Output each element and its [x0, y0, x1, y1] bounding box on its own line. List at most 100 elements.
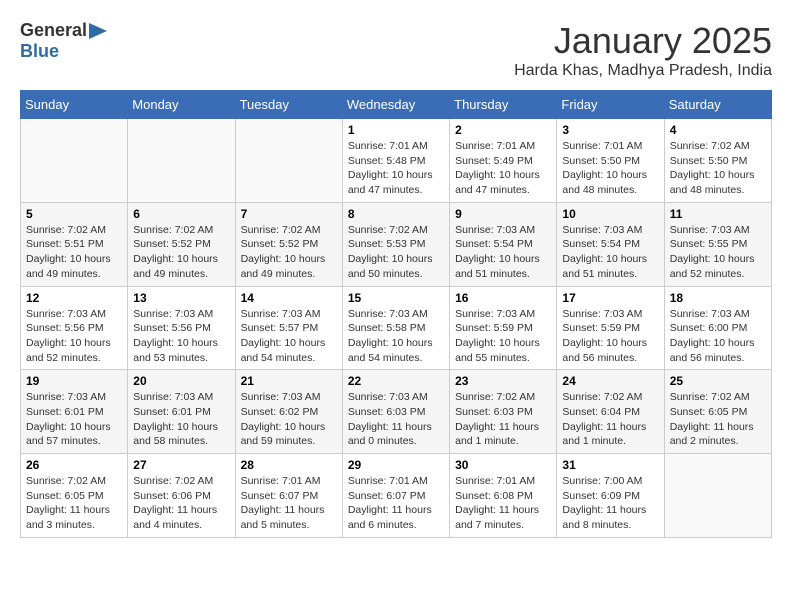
table-row: 26 Sunrise: 7:02 AMSunset: 6:05 PMDayligh… [21, 454, 128, 538]
title-area: January 2025 Harda Khas, Madhya Pradesh,… [514, 20, 772, 80]
day-info: Sunrise: 7:02 AMSunset: 5:52 PMDaylight:… [133, 223, 229, 282]
page-header: General Blue January 2025 Harda Khas, Ma… [20, 20, 772, 80]
day-number: 7 [241, 207, 337, 221]
day-number: 9 [455, 207, 551, 221]
table-row: 19 Sunrise: 7:03 AMSunset: 6:01 PMDayligh… [21, 370, 128, 454]
day-info: Sunrise: 7:01 AMSunset: 5:48 PMDaylight:… [348, 139, 444, 198]
day-info: Sunrise: 7:02 AMSunset: 6:04 PMDaylight:… [562, 390, 658, 449]
calendar-week-row: 26 Sunrise: 7:02 AMSunset: 6:05 PMDayligh… [21, 454, 772, 538]
table-row [128, 119, 235, 203]
day-number: 2 [455, 123, 551, 137]
day-number: 8 [348, 207, 444, 221]
table-row: 12 Sunrise: 7:03 AMSunset: 5:56 PMDayligh… [21, 286, 128, 370]
table-row: 3Sunrise: 7:01 AMSunset: 5:50 PMDaylight… [557, 119, 664, 203]
day-info: Sunrise: 7:02 AMSunset: 5:50 PMDaylight:… [670, 139, 766, 198]
table-row: 21 Sunrise: 7:03 AMSunset: 6:02 PMDayligh… [235, 370, 342, 454]
table-row: 22 Sunrise: 7:03 AMSunset: 6:03 PMDayligh… [342, 370, 449, 454]
day-info: Sunrise: 7:03 AMSunset: 5:54 PMDaylight:… [455, 223, 551, 282]
day-info: Sunrise: 7:03 AMSunset: 6:03 PMDaylight:… [348, 390, 444, 449]
table-row [664, 454, 771, 538]
table-row: 28 Sunrise: 7:01 AMSunset: 6:07 PMDayligh… [235, 454, 342, 538]
day-number: 23 [455, 374, 551, 388]
day-info: Sunrise: 7:03 AMSunset: 5:56 PMDaylight:… [26, 307, 122, 366]
header-thursday: Thursday [450, 91, 557, 119]
month-title: January 2025 [514, 20, 772, 62]
table-row: 17Sunrise: 7:03 AMSunset: 5:59 PMDayligh… [557, 286, 664, 370]
day-number: 18 [670, 291, 766, 305]
logo-general-text: General [20, 20, 87, 41]
day-info: Sunrise: 7:03 AMSunset: 5:58 PMDaylight:… [348, 307, 444, 366]
header-saturday: Saturday [664, 91, 771, 119]
day-info: Sunrise: 7:02 AMSunset: 6:03 PMDaylight:… [455, 390, 551, 449]
table-row: 13 Sunrise: 7:03 AMSunset: 5:56 PMDayligh… [128, 286, 235, 370]
day-number: 1 [348, 123, 444, 137]
day-info: Sunrise: 7:03 AMSunset: 6:01 PMDaylight:… [133, 390, 229, 449]
day-number: 26 [26, 458, 122, 472]
table-row: 9 Sunrise: 7:03 AMSunset: 5:54 PMDaylight… [450, 202, 557, 286]
day-number: 17 [562, 291, 658, 305]
table-row: 8 Sunrise: 7:02 AMSunset: 5:53 PMDaylight… [342, 202, 449, 286]
day-info: Sunrise: 7:03 AMSunset: 6:01 PMDaylight:… [26, 390, 122, 449]
table-row [235, 119, 342, 203]
table-row [21, 119, 128, 203]
day-info: Sunrise: 7:03 AMSunset: 5:56 PMDaylight:… [133, 307, 229, 366]
header-tuesday: Tuesday [235, 91, 342, 119]
day-info: Sunrise: 7:00 AMSunset: 6:09 PMDaylight:… [562, 474, 658, 533]
calendar-week-row: 12 Sunrise: 7:03 AMSunset: 5:56 PMDayligh… [21, 286, 772, 370]
table-row: 11 Sunrise: 7:03 AMSunset: 5:55 PMDayligh… [664, 202, 771, 286]
day-number: 16 [455, 291, 551, 305]
day-info: Sunrise: 7:02 AMSunset: 5:53 PMDaylight:… [348, 223, 444, 282]
day-number: 20 [133, 374, 229, 388]
day-number: 19 [26, 374, 122, 388]
header-sunday: Sunday [21, 91, 128, 119]
table-row: 23 Sunrise: 7:02 AMSunset: 6:03 PMDayligh… [450, 370, 557, 454]
table-row: 14 Sunrise: 7:03 AMSunset: 5:57 PMDayligh… [235, 286, 342, 370]
table-row: 30Sunrise: 7:01 AMSunset: 6:08 PMDayligh… [450, 454, 557, 538]
day-number: 12 [26, 291, 122, 305]
day-info: Sunrise: 7:03 AMSunset: 6:00 PMDaylight:… [670, 307, 766, 366]
day-info: Sunrise: 7:02 AMSunset: 5:51 PMDaylight:… [26, 223, 122, 282]
location-title: Harda Khas, Madhya Pradesh, India [514, 62, 772, 80]
day-number: 15 [348, 291, 444, 305]
table-row: 27Sunrise: 7:02 AMSunset: 6:06 PMDayligh… [128, 454, 235, 538]
day-number: 14 [241, 291, 337, 305]
table-row: 1 Sunrise: 7:01 AMSunset: 5:48 PMDaylight… [342, 119, 449, 203]
table-row: 4 Sunrise: 7:02 AMSunset: 5:50 PMDaylight… [664, 119, 771, 203]
day-number: 6 [133, 207, 229, 221]
day-number: 22 [348, 374, 444, 388]
day-number: 4 [670, 123, 766, 137]
day-number: 31 [562, 458, 658, 472]
table-row: 25 Sunrise: 7:02 AMSunset: 6:05 PMDayligh… [664, 370, 771, 454]
day-info: Sunrise: 7:02 AMSunset: 6:05 PMDaylight:… [26, 474, 122, 533]
day-info: Sunrise: 7:03 AMSunset: 6:02 PMDaylight:… [241, 390, 337, 449]
day-number: 27 [133, 458, 229, 472]
day-info: Sunrise: 7:01 AMSunset: 6:07 PMDaylight:… [348, 474, 444, 533]
calendar-week-row: 1 Sunrise: 7:01 AMSunset: 5:48 PMDaylight… [21, 119, 772, 203]
day-info: Sunrise: 7:01 AMSunset: 5:49 PMDaylight:… [455, 139, 551, 198]
day-info: Sunrise: 7:03 AMSunset: 5:55 PMDaylight:… [670, 223, 766, 282]
day-number: 24 [562, 374, 658, 388]
day-info: Sunrise: 7:01 AMSunset: 5:50 PMDaylight:… [562, 139, 658, 198]
day-number: 5 [26, 207, 122, 221]
day-number: 28 [241, 458, 337, 472]
table-row: 29Sunrise: 7:01 AMSunset: 6:07 PMDayligh… [342, 454, 449, 538]
table-row: 2 Sunrise: 7:01 AMSunset: 5:49 PMDaylight… [450, 119, 557, 203]
table-row: 6 Sunrise: 7:02 AMSunset: 5:52 PMDaylight… [128, 202, 235, 286]
day-info: Sunrise: 7:01 AMSunset: 6:07 PMDaylight:… [241, 474, 337, 533]
day-info: Sunrise: 7:03 AMSunset: 5:57 PMDaylight:… [241, 307, 337, 366]
logo-blue-text: Blue [20, 41, 59, 61]
logo: General Blue [20, 20, 107, 62]
day-number: 21 [241, 374, 337, 388]
calendar-header-row: Sunday Monday Tuesday Wednesday Thursday… [21, 91, 772, 119]
day-number: 11 [670, 207, 766, 221]
header-friday: Friday [557, 91, 664, 119]
calendar-week-row: 5 Sunrise: 7:02 AMSunset: 5:51 PMDaylight… [21, 202, 772, 286]
day-info: Sunrise: 7:02 AMSunset: 6:05 PMDaylight:… [670, 390, 766, 449]
header-wednesday: Wednesday [342, 91, 449, 119]
table-row: 7Sunrise: 7:02 AMSunset: 5:52 PMDaylight… [235, 202, 342, 286]
table-row: 15 Sunrise: 7:03 AMSunset: 5:58 PMDayligh… [342, 286, 449, 370]
day-number: 13 [133, 291, 229, 305]
table-row: 31 Sunrise: 7:00 AMSunset: 6:09 PMDayligh… [557, 454, 664, 538]
day-info: Sunrise: 7:01 AMSunset: 6:08 PMDaylight:… [455, 474, 551, 533]
day-number: 25 [670, 374, 766, 388]
